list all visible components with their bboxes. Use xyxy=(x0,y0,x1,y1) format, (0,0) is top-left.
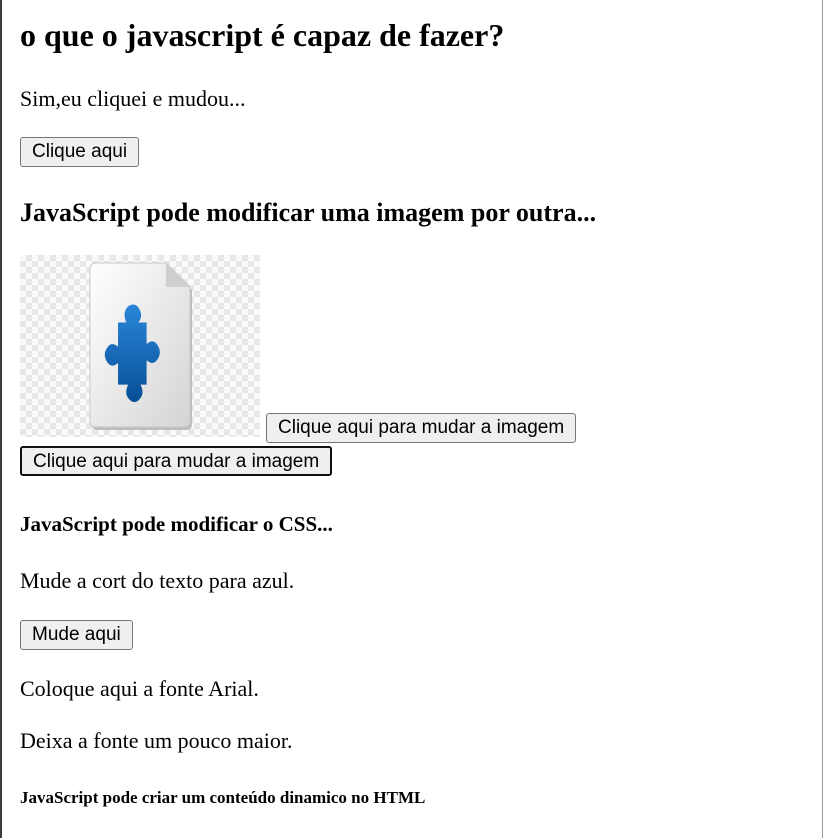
changeable-image xyxy=(20,255,260,437)
change-image-button-inline[interactable]: Clique aqui para mudar a imagem xyxy=(266,413,577,443)
change-image-button[interactable]: Clique aqui para mudar a imagem xyxy=(20,446,333,476)
size-text: Deixa a fonte um pouco maior. xyxy=(20,728,293,753)
change-color-button[interactable]: Mude aqui xyxy=(20,620,133,650)
demo-text: Sim,eu cliquei e mudou... xyxy=(20,86,246,111)
css-section-title: JavaScript pode modificar o CSS... xyxy=(20,512,333,536)
image-section-title: JavaScript pode modificar uma imagem por… xyxy=(20,198,597,227)
click-here-button[interactable]: Clique aqui xyxy=(20,137,140,167)
dynamic-section-title: JavaScript pode criar um conteúdo dinami… xyxy=(20,788,426,807)
left-border xyxy=(0,0,2,838)
puzzle-file-icon xyxy=(89,262,192,430)
scrollbar-edge xyxy=(822,0,823,838)
css-text: Mude a cort do texto para azul. xyxy=(20,568,295,593)
font-text: Coloque aqui a fonte Arial. xyxy=(20,676,259,701)
page-title: o que o javascript é capaz de fazer? xyxy=(20,17,505,53)
